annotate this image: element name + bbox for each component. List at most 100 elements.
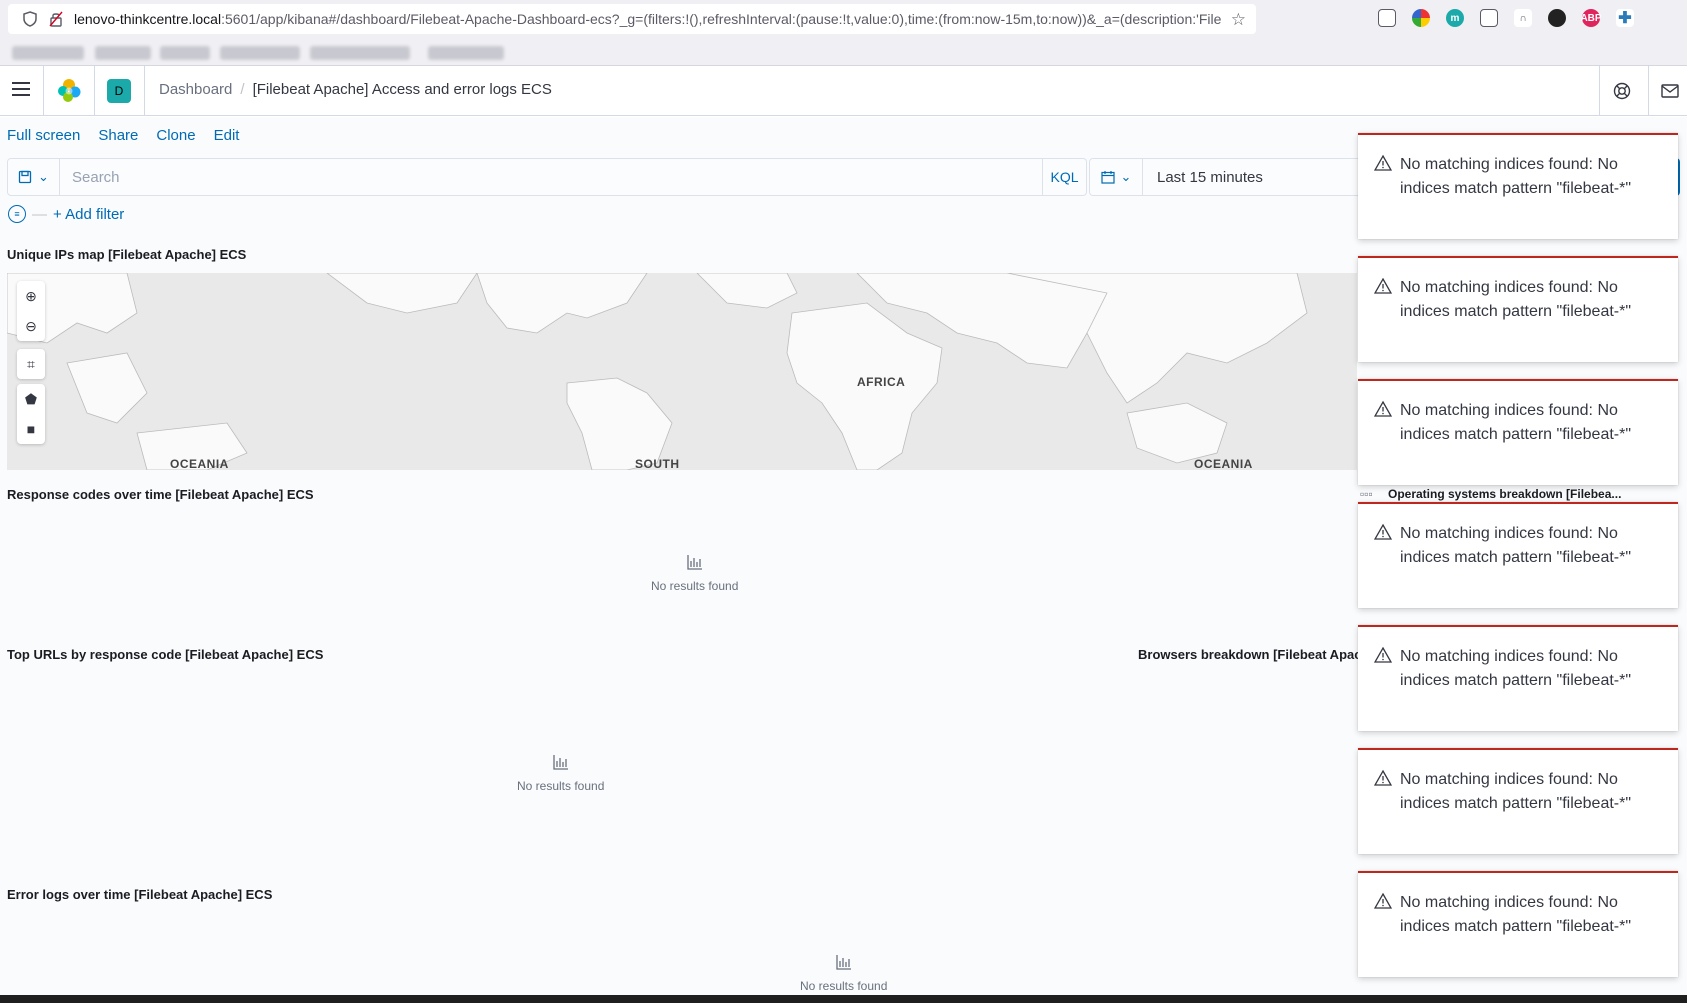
add-filter-button[interactable]: + Add filter <box>53 206 124 223</box>
zoom-controls: ⊕ ⊖ <box>17 281 45 341</box>
filter-options-icon[interactable]: ≡ <box>8 205 26 223</box>
toast-message: No matching indices found: No indices ma… <box>1400 156 1632 197</box>
error-toast[interactable]: No matching indices found: No indices ma… <box>1358 133 1678 239</box>
shield-icon[interactable] <box>22 11 38 27</box>
visualization-icon <box>836 955 851 970</box>
fit-bounds-control: ⌗ <box>17 349 45 379</box>
menu-toggle-icon[interactable] <box>12 82 30 98</box>
panel-title-top-urls: Top URLs by response code [Filebeat Apac… <box>7 647 324 662</box>
breadcrumb-dashboard[interactable]: Dashboard <box>159 81 232 98</box>
edit-link[interactable]: Edit <box>214 127 240 144</box>
draw-controls: ⬟ ■ <box>17 384 45 444</box>
dashboard-top-menu: Full screen Share Clone Edit <box>7 127 239 144</box>
extension-m-icon[interactable]: m <box>1446 9 1464 27</box>
header-divider <box>144 66 145 115</box>
newsfeed-mail-icon[interactable] <box>1658 79 1682 103</box>
world-map <box>7 273 1308 470</box>
no-results-text: No results found <box>651 579 739 593</box>
insecure-lock-icon[interactable] <box>48 11 64 27</box>
share-link[interactable]: Share <box>98 127 138 144</box>
panel-options-icon[interactable]: ▫▫▫ <box>1360 487 1373 501</box>
save-icon <box>18 170 32 184</box>
os-taskbar <box>0 995 1687 1003</box>
extension-arc-icon[interactable]: ∩ <box>1514 9 1532 27</box>
zoom-out-icon[interactable]: ⊖ <box>17 311 45 341</box>
panel-title-map: Unique IPs map [Filebeat Apache] ECS <box>7 247 247 262</box>
pocket-icon[interactable] <box>1378 9 1396 27</box>
error-toast[interactable]: No matching indices found: No indices ma… <box>1358 502 1678 608</box>
zoom-in-icon[interactable]: ⊕ <box>17 281 45 311</box>
warning-icon <box>1374 400 1392 417</box>
warning-icon <box>1374 646 1392 663</box>
search-input[interactable] <box>60 158 1043 196</box>
help-icon[interactable] <box>1610 79 1634 103</box>
breadcrumb-current: [Filebeat Apache] Access and error logs … <box>252 81 552 98</box>
map-panel[interactable]: ⊕ ⊖ ⌗ ⬟ ■ AFRICA OCEANIA SOUTH OCEANIA <box>7 273 1357 470</box>
extension-puzzle-icon[interactable]: ✚ <box>1616 9 1634 27</box>
space-avatar[interactable]: D <box>107 79 131 103</box>
no-results-text: No results found <box>800 979 888 993</box>
clone-link[interactable]: Clone <box>156 127 195 144</box>
filter-divider: — <box>32 205 47 223</box>
breadcrumb-separator: / <box>240 81 245 98</box>
elastic-logo-icon[interactable] <box>56 78 82 104</box>
map-label-oceania-east: OCEANIA <box>1194 457 1253 470</box>
map-label-south: SOUTH <box>635 457 680 470</box>
browser-toolbar: lenovo-thinkcentre.local :5601/app/kiban… <box>0 0 1687 38</box>
bookmark-item[interactable] <box>12 46 84 60</box>
extension-cookie-icon[interactable] <box>1548 9 1566 27</box>
extension-color-icon[interactable] <box>1412 9 1430 27</box>
kql-language-button[interactable]: KQL <box>1043 158 1087 196</box>
warning-icon <box>1374 277 1392 294</box>
no-results-top-urls: No results found <box>517 753 604 793</box>
no-results-response-codes: No results found <box>651 553 738 593</box>
error-toast[interactable]: No matching indices found: No indices ma… <box>1358 625 1678 731</box>
saved-query-button[interactable]: ⌄ <box>7 158 60 196</box>
time-range-display[interactable]: Last 15 minutes <box>1143 158 1363 196</box>
warning-icon <box>1374 154 1392 171</box>
warning-icon <box>1374 769 1392 786</box>
bookmark-item[interactable] <box>310 46 410 60</box>
bookmark-item[interactable] <box>95 46 151 60</box>
toast-message: No matching indices found: No indices ma… <box>1400 771 1632 812</box>
breadcrumb: Dashboard / [Filebeat Apache] Access and… <box>159 81 552 98</box>
full-screen-link[interactable]: Full screen <box>7 127 80 144</box>
header-divider <box>1599 66 1600 115</box>
header-divider <box>1648 66 1649 115</box>
panel-title-browsers: Browsers breakdown [Filebeat Apache <box>1138 647 1360 662</box>
url-host: lenovo-thinkcentre.local <box>74 11 222 27</box>
error-toast[interactable]: No matching indices found: No indices ma… <box>1358 748 1678 854</box>
adblock-icon[interactable]: ABP <box>1580 9 1602 27</box>
header-divider <box>94 66 95 115</box>
bookmark-star-icon[interactable]: ☆ <box>1231 10 1246 30</box>
error-toast[interactable]: No matching indices found: No indices ma… <box>1358 256 1678 362</box>
chevron-down-icon: ⌄ <box>38 169 49 184</box>
bookmark-item[interactable] <box>160 46 210 60</box>
warning-icon <box>1374 523 1392 540</box>
error-toast[interactable]: No matching indices found: No indices ma… <box>1358 379 1678 485</box>
panel-title-response-codes: Response codes over time [Filebeat Apach… <box>7 487 314 502</box>
crop-icon[interactable]: ⌗ <box>17 349 45 379</box>
chevron-down-icon: ⌄ <box>1120 169 1132 184</box>
header-divider <box>43 66 44 115</box>
rectangle-draw-icon[interactable]: ■ <box>17 414 45 444</box>
warning-icon <box>1374 892 1392 909</box>
bookmark-item[interactable] <box>428 46 504 60</box>
visualization-icon <box>553 755 568 770</box>
panel-title-error-logs: Error logs over time [Filebeat Apache] E… <box>7 887 273 902</box>
no-results-error-logs: No results found <box>800 953 887 993</box>
extensions-toolbar: m ∩ ABP ✚ <box>1378 9 1634 27</box>
quick-date-menu-button[interactable]: ⌄ <box>1089 158 1143 196</box>
address-bar[interactable]: lenovo-thinkcentre.local :5601/app/kiban… <box>8 4 1256 34</box>
toast-message: No matching indices found: No indices ma… <box>1400 279 1632 320</box>
polygon-draw-icon[interactable]: ⬟ <box>17 384 45 414</box>
no-results-text: No results found <box>517 779 605 793</box>
map-label-africa: AFRICA <box>857 375 906 389</box>
extension-window-icon[interactable] <box>1480 9 1498 27</box>
url-path: :5601/app/kibana#/dashboard/Filebeat-Apa… <box>221 11 1222 27</box>
panel-title-os: Operating systems breakdown [Filebea... <box>1388 487 1622 501</box>
toast-message: No matching indices found: No indices ma… <box>1400 648 1632 689</box>
error-toast[interactable]: No matching indices found: No indices ma… <box>1358 871 1678 977</box>
calendar-icon <box>1100 171 1115 184</box>
bookmark-item[interactable] <box>220 46 300 60</box>
